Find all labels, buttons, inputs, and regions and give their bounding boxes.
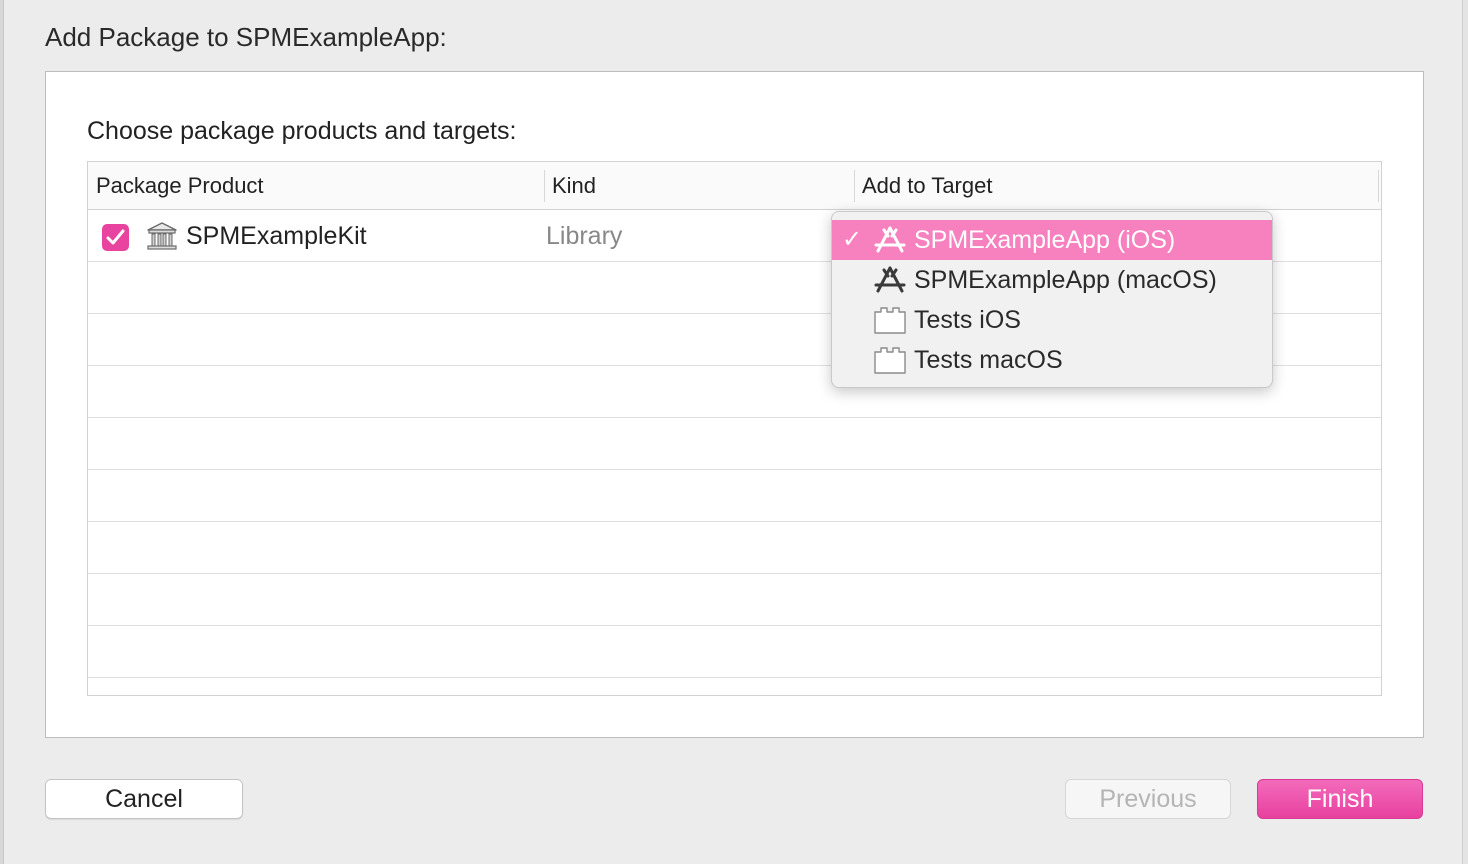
products-panel: Choose package products and targets: Pac… bbox=[45, 71, 1424, 738]
empty-table-row bbox=[88, 678, 1381, 695]
test-bundle-icon bbox=[874, 307, 906, 334]
app-store-icon bbox=[874, 266, 906, 293]
empty-table-row bbox=[88, 626, 1381, 678]
checkmark-icon bbox=[106, 229, 125, 245]
sheet-title: Add Package to SPMExampleApp: bbox=[45, 22, 447, 52]
menu-item-label: Tests iOS bbox=[914, 306, 1021, 334]
menu-item-spmexampleapp-ios[interactable]: ✓ SPMExampleApp (iOS) bbox=[832, 220, 1272, 260]
library-icon bbox=[147, 222, 177, 250]
menu-item-label: Tests macOS bbox=[914, 346, 1063, 374]
previous-button[interactable]: Previous bbox=[1065, 779, 1231, 819]
column-header-kind[interactable]: Kind bbox=[544, 162, 596, 209]
empty-table-row bbox=[88, 574, 1381, 626]
finish-button[interactable]: Finish bbox=[1257, 779, 1423, 819]
empty-table-row bbox=[88, 470, 1381, 522]
window-edge-left bbox=[0, 0, 4, 864]
package-product-name: SPMExampleKit bbox=[186, 222, 367, 250]
menu-item-spmexampleapp-macos[interactable]: SPMExampleApp (macOS) bbox=[832, 260, 1272, 300]
menu-item-label: SPMExampleApp (iOS) bbox=[914, 226, 1176, 254]
test-bundle-icon bbox=[874, 347, 906, 374]
add-to-target-menu[interactable]: ✓ SPMExampleApp (iOS) SPMExampleApp (mac… bbox=[831, 211, 1273, 388]
package-product-kind: Library bbox=[546, 222, 623, 250]
app-store-icon bbox=[874, 226, 906, 253]
empty-table-row bbox=[88, 418, 1381, 470]
window-edge-right bbox=[1462, 0, 1468, 864]
menu-item-label: SPMExampleApp (macOS) bbox=[914, 266, 1217, 294]
table-header: Package Product Kind Add to Target bbox=[88, 162, 1381, 210]
menu-item-tests-macos[interactable]: Tests macOS bbox=[832, 340, 1272, 380]
include-product-checkbox[interactable] bbox=[102, 224, 129, 251]
section-label: Choose package products and targets: bbox=[87, 117, 517, 145]
checkmark-icon: ✓ bbox=[842, 226, 863, 253]
cancel-button[interactable]: Cancel bbox=[45, 779, 243, 819]
empty-table-row bbox=[88, 522, 1381, 574]
column-header-package-product[interactable]: Package Product bbox=[88, 162, 264, 209]
column-header-add-to-target[interactable]: Add to Target bbox=[854, 162, 992, 209]
menu-item-tests-ios[interactable]: Tests iOS bbox=[832, 300, 1272, 340]
column-separator bbox=[1378, 170, 1379, 202]
